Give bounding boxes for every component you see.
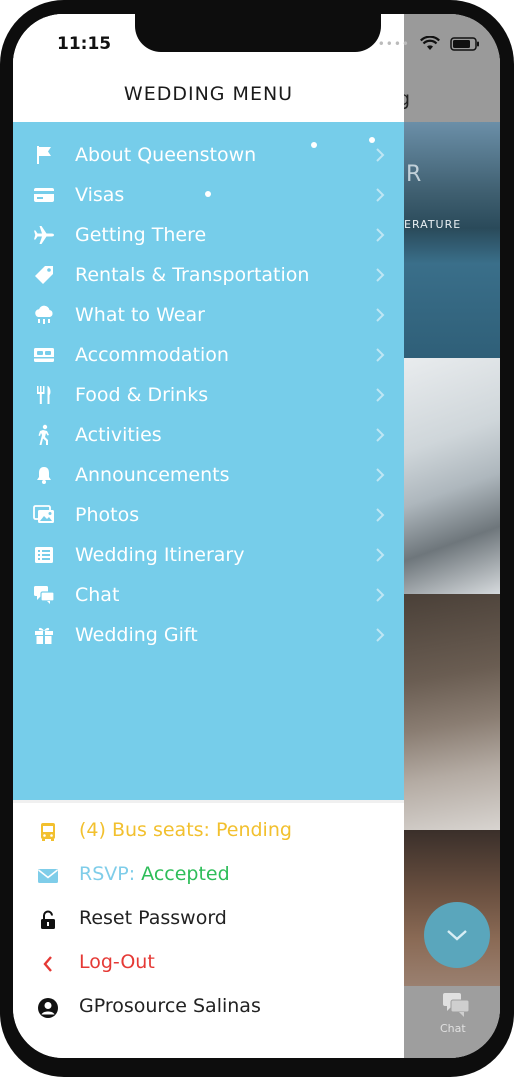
rsvp-label: RSVP: <box>79 863 136 885</box>
menu-item-label: What to Wear <box>75 304 205 326</box>
user-name-label: GProsource Salinas <box>79 995 261 1017</box>
menu-item-wedding-gift[interactable]: Wedding Gift <box>13 616 404 656</box>
chevron-right-icon <box>376 588 385 602</box>
menu-item-chat[interactable]: Chat <box>13 576 404 616</box>
phone-frame: 11:15 •••• g R ERATURE Chat WEDDING MENU… <box>0 0 514 1077</box>
rsvp-status: Accepted <box>141 863 230 885</box>
menu-item-label: Visas <box>75 184 125 206</box>
logout-label: Log-Out <box>79 951 155 973</box>
menu-item-label: Photos <box>75 504 140 526</box>
menu-item-label: Activities <box>75 424 162 446</box>
menu-item-wedding-itinerary[interactable]: Wedding Itinerary <box>13 536 404 576</box>
image-overlay-subtitle: ERATURE <box>404 218 462 231</box>
table-setting-image[interactable] <box>404 358 500 594</box>
battery-icon <box>450 36 479 51</box>
menu-item-accommodation[interactable]: Accommodation <box>13 336 404 376</box>
menu-panel: About Queenstown Visas Getting There Ren… <box>13 122 404 800</box>
chevron-right-icon <box>376 228 385 242</box>
chevron-right-icon <box>376 388 385 402</box>
lock-icon <box>37 909 59 931</box>
bed-icon <box>33 344 55 366</box>
menu-item-food-drinks[interactable]: Food & Drinks <box>13 376 404 416</box>
drawer-title: WEDDING MENU <box>123 83 294 105</box>
background-tab-bar: Chat <box>404 986 500 1058</box>
user-circle-icon <box>37 997 59 1019</box>
walking-icon <box>33 424 55 446</box>
status-icons: •••• <box>378 36 480 51</box>
rsvp-item[interactable]: RSVP: Accepted <box>13 857 404 897</box>
image-overlay-title: R <box>406 162 422 187</box>
menu-item-label: Chat <box>75 584 120 606</box>
menu-item-label: Food & Drinks <box>75 384 209 406</box>
menu-item-what-to-wear[interactable]: What to Wear <box>13 296 404 336</box>
list-icon <box>33 544 55 566</box>
signal-icon: •••• <box>377 36 410 51</box>
menu-item-about-queenstown[interactable]: About Queenstown <box>13 136 404 176</box>
chat-tab-icon[interactable] <box>442 992 470 1022</box>
screen: 11:15 •••• g R ERATURE Chat WEDDING MENU… <box>13 14 500 1058</box>
chat-icon <box>33 584 55 606</box>
chevron-right-icon <box>376 308 385 322</box>
chevron-right-icon <box>376 428 385 442</box>
chevron-right-icon <box>376 508 385 522</box>
rsvp-label-group: RSVP: Accepted <box>79 863 230 885</box>
notch <box>135 14 381 52</box>
menu-item-photos[interactable]: Photos <box>13 496 404 536</box>
background-header: g <box>398 14 500 122</box>
bell-icon <box>33 464 55 486</box>
wifi-icon <box>420 36 440 50</box>
menu-item-visas[interactable]: Visas <box>13 176 404 216</box>
chevron-right-icon <box>376 628 385 642</box>
menu-item-activities[interactable]: Activities <box>13 416 404 456</box>
menu-item-label: Announcements <box>75 464 230 486</box>
utensils-icon <box>33 384 55 406</box>
menu-item-label: Rentals & Transportation <box>75 264 310 286</box>
chevron-right-icon <box>376 148 385 162</box>
side-drawer: WEDDING MENU About Queenstown Visas Gett… <box>13 14 404 1058</box>
bus-seats-label: (4) Bus seats: Pending <box>79 819 292 841</box>
airplane-icon <box>33 224 55 246</box>
chat-tab-label[interactable]: Chat <box>440 1022 466 1035</box>
interior-image[interactable] <box>404 594 500 830</box>
bus-icon <box>37 821 59 843</box>
chevron-right-icon <box>376 468 385 482</box>
chevron-left-icon <box>37 953 59 975</box>
reset-password-item[interactable]: Reset Password <box>13 901 404 941</box>
tag-icon <box>33 264 55 286</box>
chevron-down-icon <box>447 930 467 941</box>
envelope-icon <box>37 865 59 887</box>
lake-image[interactable]: R ERATURE <box>404 122 500 358</box>
menu-item-label: Wedding Itinerary <box>75 544 245 566</box>
menu-item-announcements[interactable]: Announcements <box>13 456 404 496</box>
divider <box>13 800 404 803</box>
chevron-right-icon <box>376 188 385 202</box>
chevron-right-icon <box>376 348 385 362</box>
chevron-right-icon <box>376 548 385 562</box>
menu-item-rentals-transportation[interactable]: Rentals & Transportation <box>13 256 404 296</box>
menu-item-getting-there[interactable]: Getting There <box>13 216 404 256</box>
logout-item[interactable]: Log-Out <box>13 945 404 985</box>
flag-icon <box>33 144 55 166</box>
menu-item-label: Getting There <box>75 224 207 246</box>
credit-card-icon <box>33 184 55 206</box>
menu-item-label: About Queenstown <box>75 144 257 166</box>
reset-password-label: Reset Password <box>79 907 227 929</box>
gift-icon <box>33 624 55 646</box>
scroll-down-button[interactable] <box>424 902 490 968</box>
bus-seats-item[interactable]: (4) Bus seats: Pending <box>13 813 404 853</box>
user-profile-item[interactable]: GProsource Salinas <box>13 989 404 1029</box>
menu-item-label: Accommodation <box>75 344 229 366</box>
status-time: 11:15 <box>57 34 112 54</box>
chevron-right-icon <box>376 268 385 282</box>
photos-icon <box>33 504 55 526</box>
menu-item-label: Wedding Gift <box>75 624 198 646</box>
weather-cloud-icon <box>33 304 55 326</box>
